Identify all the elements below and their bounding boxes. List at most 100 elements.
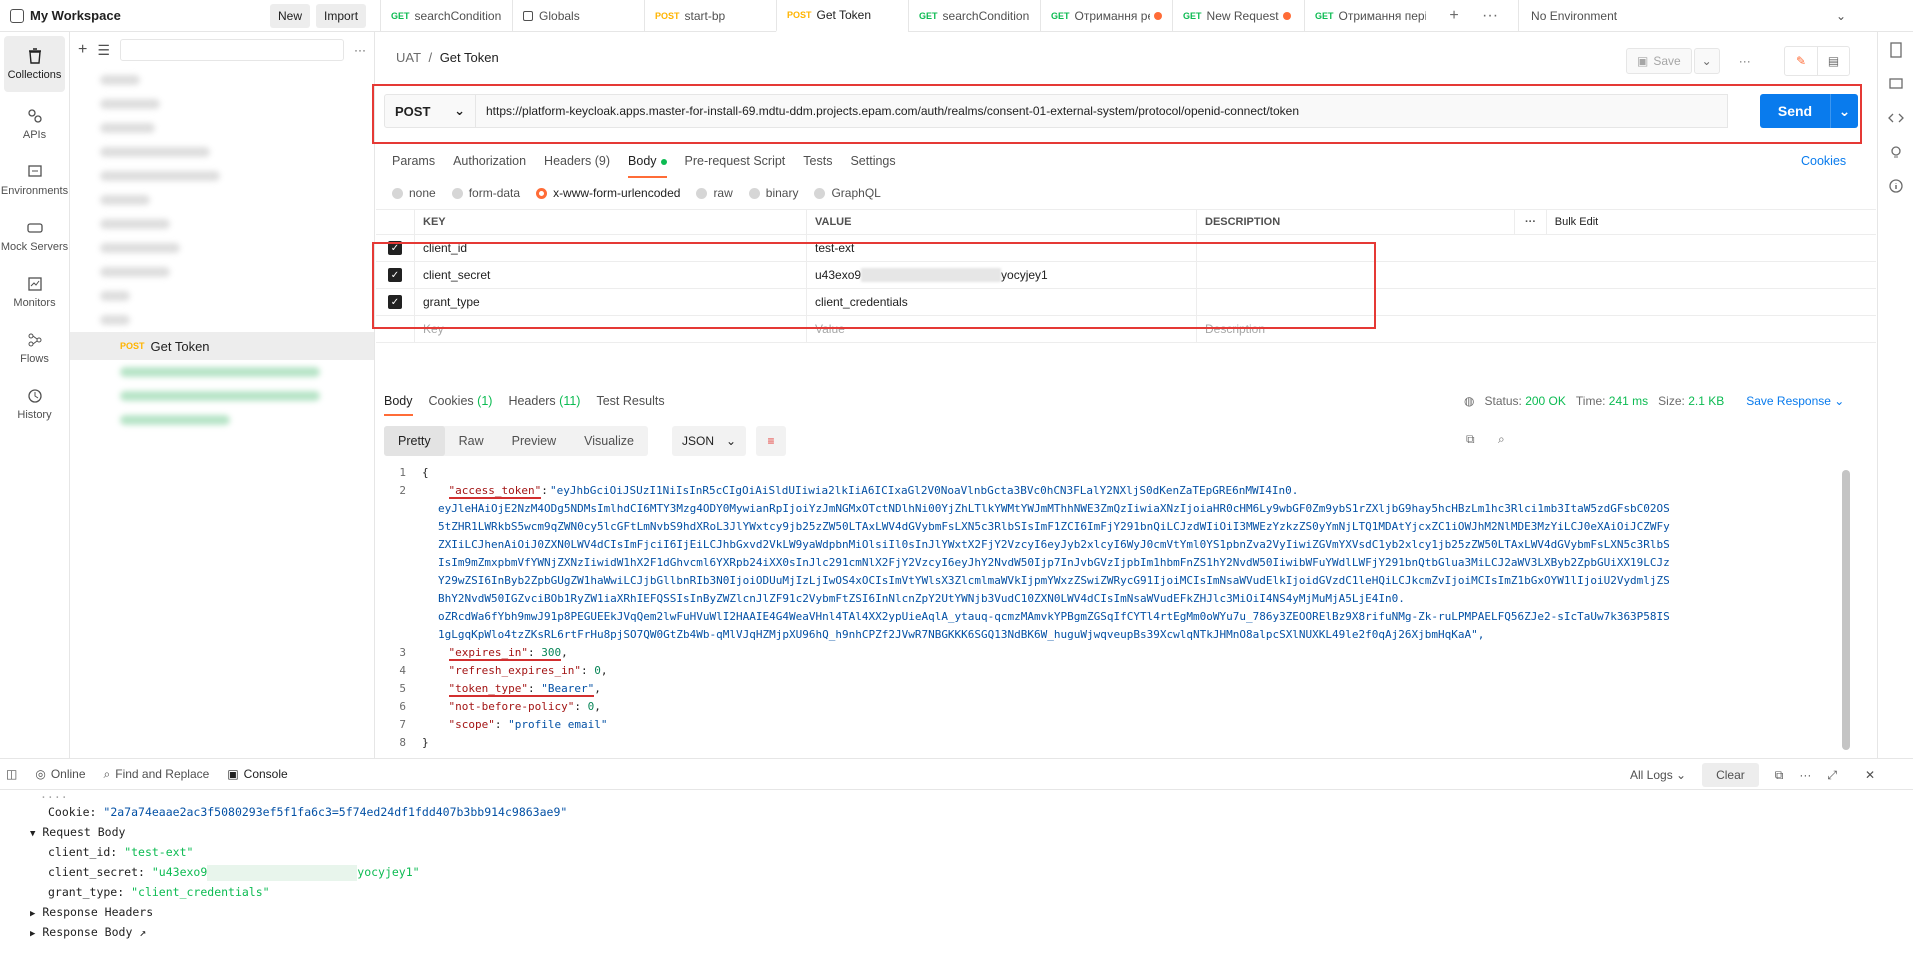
view-visualize[interactable]: Visualize xyxy=(570,426,648,456)
radio-none[interactable]: none xyxy=(392,186,436,200)
filter-icon[interactable]: ☰ xyxy=(97,42,110,59)
tab-settings[interactable]: Settings xyxy=(850,154,895,178)
tab-item[interactable]: POST start-bp xyxy=(644,0,776,32)
import-button[interactable]: Import xyxy=(316,3,367,28)
tab-item-active[interactable]: POST Get Token xyxy=(776,0,909,32)
tab-headers[interactable]: Headers (9) xyxy=(544,154,610,178)
send-button[interactable]: Send ⌄ xyxy=(1760,94,1858,128)
radio-urlencoded[interactable]: x-www-form-urlencoded xyxy=(536,186,680,200)
find-replace-button[interactable]: ⌕ Find and Replace xyxy=(104,767,210,782)
response-scrollbar[interactable] xyxy=(1842,470,1850,750)
tab-item[interactable]: Globals xyxy=(512,0,644,32)
rail-item-environments[interactable]: Environments xyxy=(0,152,69,208)
popout-icon[interactable]: ⤢ xyxy=(1827,768,1837,783)
tab-params[interactable]: Params xyxy=(392,154,435,178)
log-line[interactable]: ▶ Response Body ↗ xyxy=(30,922,1913,942)
radio-binary[interactable]: binary xyxy=(748,186,798,200)
list-item[interactable] xyxy=(70,360,374,384)
console-icon: ▣ xyxy=(227,767,239,781)
radio-form-data[interactable]: form-data xyxy=(451,186,520,200)
comments-icon[interactable] xyxy=(1888,76,1904,92)
more-tabs-icon[interactable]: ··· xyxy=(1472,0,1508,32)
wrap-lines-icon[interactable]: ≡ xyxy=(756,426,786,456)
rail-item-apis[interactable]: APIs xyxy=(0,96,69,152)
tab-item[interactable]: GET New Request xyxy=(1172,0,1304,32)
save-button[interactable]: ▣ Save xyxy=(1626,48,1692,74)
tab-test-results[interactable]: Test Results xyxy=(596,394,664,416)
tab-response-body[interactable]: Body xyxy=(384,394,413,416)
cookies-link[interactable]: Cookies xyxy=(1801,154,1846,168)
tab-item[interactable]: GET searchConditionB xyxy=(380,0,512,32)
list-item[interactable] xyxy=(70,408,374,432)
send-dropdown-chevron-icon[interactable]: ⌄ xyxy=(1830,94,1858,128)
online-status[interactable]: ◎ Online xyxy=(35,767,85,781)
search-icon[interactable]: ⌕ xyxy=(1498,432,1505,447)
code-icon[interactable] xyxy=(1887,110,1904,126)
copy-icon[interactable]: ⧉ xyxy=(1775,768,1784,783)
comment-icon[interactable]: ▤ xyxy=(1817,47,1849,75)
list-item[interactable] xyxy=(70,188,374,212)
new-tab-plus-icon[interactable]: + xyxy=(1436,0,1472,32)
list-item[interactable] xyxy=(70,212,374,236)
rail-item-monitors[interactable]: Monitors xyxy=(0,264,69,320)
list-item[interactable] xyxy=(70,116,374,140)
radio-graphql[interactable]: GraphQL xyxy=(814,186,881,200)
radio-raw[interactable]: raw xyxy=(696,186,733,200)
list-item[interactable] xyxy=(70,384,374,408)
tab-response-cookies[interactable]: Cookies (1) xyxy=(429,394,493,416)
rail-item-collections[interactable]: Collections xyxy=(4,36,65,92)
new-button[interactable]: New xyxy=(270,3,311,28)
info-icon[interactable] xyxy=(1888,178,1904,194)
list-item[interactable] xyxy=(70,140,374,164)
list-item[interactable] xyxy=(70,164,374,188)
all-logs-select[interactable]: All Logs ⌄ xyxy=(1630,768,1686,782)
tab-authorization[interactable]: Authorization xyxy=(453,154,526,178)
url-input[interactable]: https://platform-keycloak.apps.master-fo… xyxy=(476,94,1728,128)
tab-item[interactable]: GET searchConditionB xyxy=(908,0,1040,32)
add-collection-plus-icon[interactable]: + xyxy=(78,41,87,59)
rail-item-mock-servers[interactable]: Mock Servers xyxy=(0,208,69,264)
documentation-icon[interactable] xyxy=(1888,42,1904,58)
view-pretty[interactable]: Pretty xyxy=(384,426,445,456)
view-raw[interactable]: Raw xyxy=(445,426,498,456)
sidebar-item-get-token[interactable]: POST Get Token xyxy=(70,332,374,360)
list-item[interactable] xyxy=(70,260,374,284)
more-options-icon[interactable]: ··· xyxy=(354,43,366,57)
more-options-icon[interactable]: ··· xyxy=(1732,48,1758,74)
more-options-icon[interactable]: ··· xyxy=(1799,768,1811,782)
list-item[interactable] xyxy=(70,308,374,332)
rail-item-flows[interactable]: Flows xyxy=(0,320,69,376)
list-item[interactable] xyxy=(70,284,374,308)
tab-response-headers[interactable]: Headers (11) xyxy=(508,394,580,416)
rail-item-history[interactable]: History xyxy=(0,376,69,432)
tab-body[interactable]: Body xyxy=(628,154,667,178)
tab-pre-request-script[interactable]: Pre-request Script xyxy=(685,154,786,178)
sidebar-search-input[interactable] xyxy=(119,39,344,61)
tab-item[interactable]: GET Отримання ре xyxy=(1040,0,1172,32)
view-preview[interactable]: Preview xyxy=(498,426,570,456)
log-line[interactable]: ▶ Response Headers xyxy=(30,902,1913,922)
list-item[interactable] xyxy=(70,92,374,116)
save-response-button[interactable]: Save Response ⌄ xyxy=(1746,394,1844,408)
bulk-edit-button[interactable]: Bulk Edit xyxy=(1546,210,1606,234)
workspace-title[interactable]: My Workspace xyxy=(10,8,270,23)
tab-tests[interactable]: Tests xyxy=(803,154,832,178)
tab-item[interactable]: GET Отримання періо xyxy=(1304,0,1436,32)
environment-select[interactable]: No Environment ⌄ xyxy=(1518,0,1858,32)
console-button[interactable]: ▣ Console xyxy=(227,767,287,781)
clear-button[interactable]: Clear xyxy=(1702,763,1759,787)
lightbulb-icon[interactable] xyxy=(1888,144,1904,160)
close-icon[interactable]: ✕ xyxy=(1865,768,1875,782)
more-options-icon[interactable]: ··· xyxy=(1514,210,1546,234)
copy-icon[interactable]: ⧉ xyxy=(1466,432,1475,447)
list-item[interactable] xyxy=(70,68,374,92)
sidebar-toggle-icon[interactable]: ◫ xyxy=(6,767,17,781)
list-item[interactable] xyxy=(70,236,374,260)
response-body-code[interactable]: 1{ 2 "access_token": "eyJhbGciOiJSUzI1Ni… xyxy=(376,464,1846,758)
method-select[interactable]: POST ⌄ xyxy=(384,94,476,128)
format-select[interactable]: JSON ⌄ xyxy=(672,426,746,456)
log-line[interactable]: ▼ Request Body xyxy=(30,822,1913,842)
save-dropdown-chevron-icon[interactable]: ⌄ xyxy=(1693,48,1720,74)
edit-pencil-icon[interactable]: ✎ xyxy=(1785,47,1817,75)
breadcrumb-parent[interactable]: UAT xyxy=(396,50,421,65)
